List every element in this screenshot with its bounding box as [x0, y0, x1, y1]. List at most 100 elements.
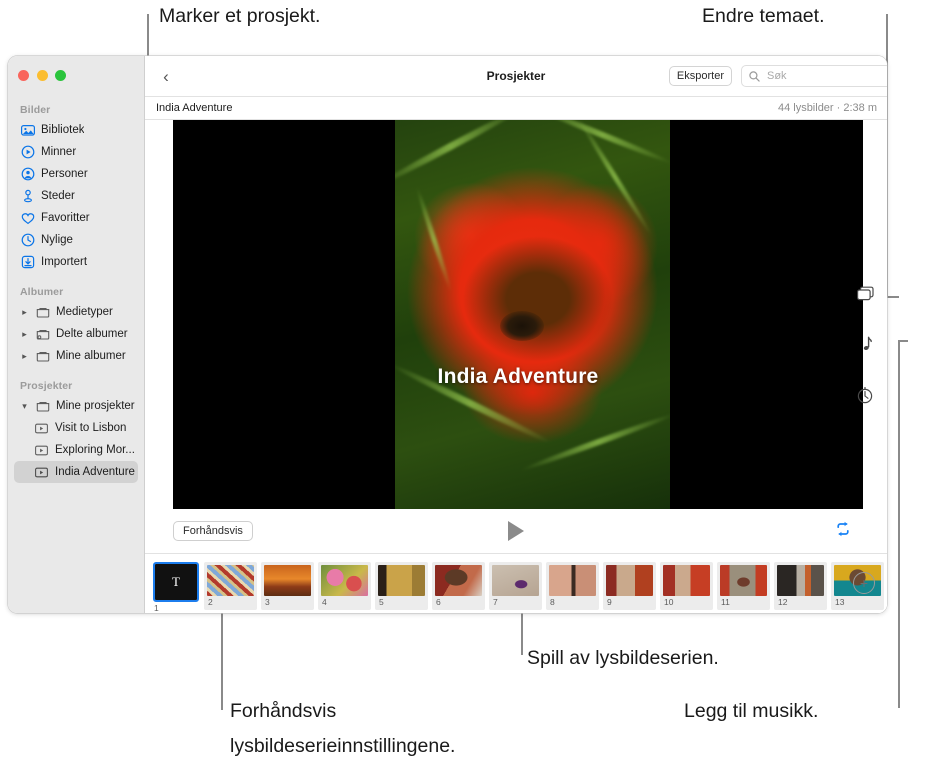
chevron-right-icon[interactable]: ▸	[20, 307, 29, 317]
list-item[interactable]: 7	[489, 562, 542, 610]
list-item[interactable]: 2	[204, 562, 257, 610]
callout-change-theme: Endre temaet.	[702, 5, 825, 27]
folder-icon	[35, 349, 50, 364]
sidebar-item-india-adventure[interactable]: India Adventure	[14, 461, 138, 483]
export-button[interactable]: Eksporter	[668, 66, 732, 86]
slide-number: 4	[322, 597, 327, 607]
slide-number: 13	[835, 597, 845, 607]
sidebar-item-visit-to-lisbon[interactable]: Visit to Lisbon	[14, 417, 138, 439]
stacked-cards-icon	[855, 286, 875, 308]
slide-number: 12	[778, 597, 788, 607]
photos-app-window: Bilder Bibliotek Minner Personer Steder …	[8, 56, 887, 613]
chevron-right-icon[interactable]: ▸	[20, 329, 29, 339]
places-pin-icon	[20, 189, 35, 204]
sidebar-scroll: Bilder Bibliotek Minner Personer Steder …	[8, 56, 144, 483]
memories-icon	[20, 145, 35, 160]
thumbnail-image	[264, 565, 311, 596]
sidebar-item-exploring-mor[interactable]: Exploring Mor...	[14, 439, 138, 461]
sidebar-item-label: Importert	[41, 256, 88, 268]
folder-icon	[35, 399, 50, 414]
slide-number: 2	[208, 597, 213, 607]
zoom-window-button[interactable]	[55, 70, 66, 81]
people-icon	[20, 167, 35, 182]
window-traffic-lights	[18, 70, 66, 81]
duration-button[interactable]	[852, 384, 878, 410]
sidebar-group-albumer: Albumer	[20, 286, 64, 298]
add-slide-button[interactable]: +	[853, 572, 875, 594]
close-window-button[interactable]	[18, 70, 29, 81]
loop-button[interactable]	[832, 520, 854, 542]
thumbnail-image	[378, 565, 425, 596]
list-item[interactable]: 9	[603, 562, 656, 610]
heart-icon	[20, 211, 35, 226]
sidebar-item-label: India Adventure	[55, 466, 135, 478]
list-item[interactable]: 4	[318, 562, 371, 610]
list-item[interactable]: 12	[774, 562, 827, 610]
toolbar: ‹ Prosjekter Eksporter	[145, 56, 887, 97]
sidebar-item-mine-prosjekter[interactable]: ▾ Mine prosjekter	[14, 395, 138, 417]
search-input[interactable]	[765, 69, 883, 83]
slide-number: 5	[379, 597, 384, 607]
minimize-window-button[interactable]	[36, 70, 48, 81]
sidebar-item-label: Bibliotek	[41, 124, 85, 136]
slide-filmstrip[interactable]: T 1 2 3 4 5 6 7 8 9 10 11 12 13 +	[145, 553, 887, 613]
title-slide-letter: T	[155, 564, 197, 600]
chevron-down-icon[interactable]: ▾	[20, 401, 29, 411]
sidebar-item-mine-albumer[interactable]: ▸ Mine albumer	[14, 345, 138, 367]
list-item[interactable]: T 1	[153, 562, 200, 613]
sidebar-item-medietyper[interactable]: ▸ Medietyper	[14, 301, 138, 323]
library-icon	[20, 123, 35, 138]
callout-preview-settings-line2: lysbildeserieinnstillingene.	[230, 735, 456, 757]
thumbnail-selection-frame: T	[153, 562, 199, 602]
list-item[interactable]: 8	[546, 562, 599, 610]
sidebar-item-label: Nylige	[41, 234, 73, 246]
sidebar-item-label: Mine albumer	[56, 350, 126, 362]
leader-music-vertical	[898, 340, 900, 708]
slide-number: 9	[607, 597, 612, 607]
toolbar-right-group: Eksporter	[668, 65, 887, 87]
leader-music-horizontal	[898, 340, 908, 342]
plus-icon: +	[859, 575, 869, 591]
project-name: India Adventure	[156, 102, 233, 114]
preview-settings-button[interactable]: Forhåndsvis	[173, 521, 253, 541]
thumbnail-image	[663, 565, 710, 596]
sidebar-item-bibliotek[interactable]: Bibliotek	[14, 119, 138, 141]
sidebar-item-personer[interactable]: Personer	[14, 163, 138, 185]
theme-button[interactable]	[852, 284, 878, 310]
list-item[interactable]: 5	[375, 562, 428, 610]
sidebar-item-label: Favoritter	[41, 212, 90, 224]
sidebar-item-steder[interactable]: Steder	[14, 185, 138, 207]
folder-icon	[35, 305, 50, 320]
sidebar-item-importert[interactable]: Importert	[14, 251, 138, 273]
search-field[interactable]	[741, 65, 887, 87]
callout-mark-project: Marker et prosjekt.	[159, 5, 321, 27]
music-button[interactable]	[852, 334, 878, 360]
chevron-right-icon[interactable]: ▸	[20, 351, 29, 361]
sidebar-item-favoritter[interactable]: Favoritter	[14, 207, 138, 229]
thumbnail-image	[492, 565, 539, 596]
thumbnail-image	[549, 565, 596, 596]
sidebar-item-delte-albumer[interactable]: ▸ Delte albumer	[14, 323, 138, 345]
slide-photo	[395, 120, 670, 509]
search-icon	[749, 70, 760, 82]
play-button[interactable]	[504, 519, 528, 543]
slideshow-stage: India Adventure Forhåndsvis T 1 2 3 4 5 …	[145, 120, 887, 613]
sidebar-item-nylige[interactable]: Nylige	[14, 229, 138, 251]
back-button[interactable]: ‹	[155, 65, 177, 87]
slide-number: 3	[265, 597, 270, 607]
slide-number: 8	[550, 597, 555, 607]
loop-icon	[834, 520, 852, 543]
sidebar-item-label: Visit to Lisbon	[55, 422, 127, 434]
slide-number: 10	[664, 597, 674, 607]
list-item[interactable]: 10	[660, 562, 713, 610]
slide-preview[interactable]: India Adventure	[173, 120, 863, 509]
list-item[interactable]: 6	[432, 562, 485, 610]
list-item[interactable]: 3	[261, 562, 314, 610]
sidebar-item-minner[interactable]: Minner	[14, 141, 138, 163]
list-item[interactable]: 11	[717, 562, 770, 610]
callout-add-music: Legg til musikk.	[684, 700, 819, 722]
flower-center	[499, 311, 544, 342]
sidebar-item-label: Exploring Mor...	[55, 444, 135, 456]
